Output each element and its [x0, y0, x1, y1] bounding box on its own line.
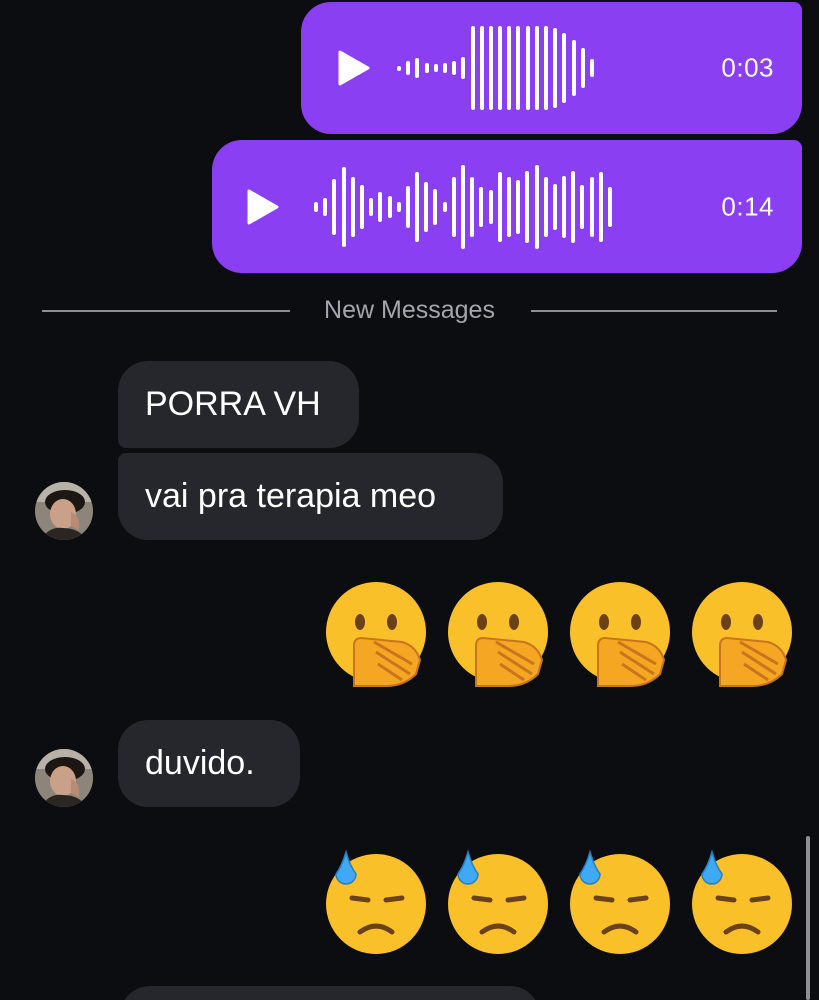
- waveform-bar: [497, 171, 502, 242]
- waveform-bar: [534, 26, 539, 110]
- received-message[interactable]: [120, 986, 540, 1000]
- face-with-hand-over-mouth-emoji: [690, 580, 795, 688]
- message-text: duvido.: [145, 744, 255, 782]
- chat-screen: 0:03 0:14 New Messages PORRA VH vai pra …: [0, 0, 819, 1000]
- avatar[interactable]: [35, 749, 93, 807]
- waveform-bar: [415, 58, 420, 78]
- face-with-hand-over-mouth-emoji: [568, 580, 673, 688]
- waveform-bar: [488, 189, 493, 224]
- waveform-bar: [589, 176, 594, 237]
- waveform-bar: [543, 176, 548, 237]
- voice-message[interactable]: 0:03: [301, 2, 802, 134]
- message-text: vai pra terapia meo: [145, 477, 437, 515]
- play-icon: [247, 189, 279, 224]
- waveform-bar: [598, 171, 603, 242]
- waveform-bar: [516, 179, 521, 234]
- waveform-bar: [442, 201, 447, 212]
- waveform-bar: [479, 186, 484, 227]
- waveform-bar: [580, 48, 585, 88]
- received-message[interactable]: duvido.: [118, 720, 300, 807]
- waveform-bar: [507, 26, 512, 110]
- waveform-bar: [525, 26, 530, 110]
- waveform-bar: [396, 201, 401, 212]
- waveform-bar: [544, 26, 548, 110]
- waveform-bar: [397, 65, 401, 71]
- waveform-bar: [451, 176, 456, 237]
- waveform-bar: [406, 61, 411, 75]
- face-with-hand-over-mouth-emoji: [324, 580, 429, 688]
- waveform-bar: [323, 197, 328, 216]
- waveform-bar: [479, 26, 484, 110]
- waveform-bar: [341, 166, 346, 247]
- waveform-bar: [369, 197, 374, 216]
- waveform-bar: [461, 57, 466, 79]
- waveform-bar: [498, 26, 503, 110]
- voice-message[interactable]: 0:14: [212, 140, 802, 273]
- waveform-bar: [580, 184, 585, 229]
- waveform-bar: [452, 61, 457, 75]
- waveform-bar: [359, 184, 364, 229]
- waveform-bar: [562, 33, 567, 103]
- downcast-face-with-sweat-emoji: [446, 848, 551, 956]
- waveform-bar: [332, 178, 337, 235]
- received-message[interactable]: PORRA VH: [118, 361, 359, 448]
- waveform-bar: [461, 164, 465, 249]
- waveform-bar: [562, 175, 567, 238]
- waveform-bar: [470, 176, 475, 237]
- waveform-bar: [433, 64, 438, 72]
- waveform-bar: [350, 176, 355, 237]
- waveform-bar: [553, 28, 558, 108]
- waveform-bar: [405, 185, 410, 228]
- play-icon: [338, 50, 370, 86]
- waveform-bar: [470, 26, 475, 110]
- audio-waveform[interactable]: [314, 162, 617, 252]
- waveform-bar: [534, 164, 539, 249]
- message-text: PORRA VH: [145, 385, 321, 423]
- waveform-bar: [589, 59, 594, 77]
- sent-emoji-message[interactable]: [324, 848, 795, 956]
- waveform-bar: [387, 195, 392, 218]
- sent-emoji-message[interactable]: [324, 580, 795, 688]
- waveform-bar: [552, 183, 557, 230]
- avatar[interactable]: [35, 482, 93, 540]
- waveform-bar: [506, 176, 511, 237]
- downcast-face-with-sweat-emoji: [690, 848, 795, 956]
- waveform-bar: [442, 63, 447, 73]
- play-button[interactable]: [333, 48, 373, 88]
- scrollbar[interactable]: [806, 836, 810, 1000]
- waveform-bar: [571, 40, 576, 96]
- waveform-bar: [433, 188, 438, 225]
- play-button[interactable]: [242, 187, 282, 227]
- waveform-bar: [488, 26, 493, 110]
- new-messages-divider: New Messages: [0, 294, 819, 328]
- waveform-bar: [571, 170, 576, 243]
- divider-line: [531, 310, 777, 312]
- waveform-bar: [415, 171, 420, 242]
- received-message[interactable]: vai pra terapia meo: [118, 453, 503, 540]
- downcast-face-with-sweat-emoji: [568, 848, 673, 956]
- waveform-bar: [314, 201, 318, 212]
- downcast-face-with-sweat-emoji: [324, 848, 429, 956]
- waveform-bar: [608, 186, 612, 227]
- waveform-bar: [424, 181, 429, 232]
- voice-duration: 0:03: [721, 52, 774, 83]
- waveform-bar: [378, 191, 383, 222]
- waveform-bar: [516, 26, 521, 110]
- voice-duration: 0:14: [721, 191, 774, 221]
- audio-waveform[interactable]: [397, 23, 599, 113]
- waveform-bar: [525, 170, 530, 243]
- face-with-hand-over-mouth-emoji: [446, 580, 551, 688]
- waveform-bar: [424, 63, 429, 73]
